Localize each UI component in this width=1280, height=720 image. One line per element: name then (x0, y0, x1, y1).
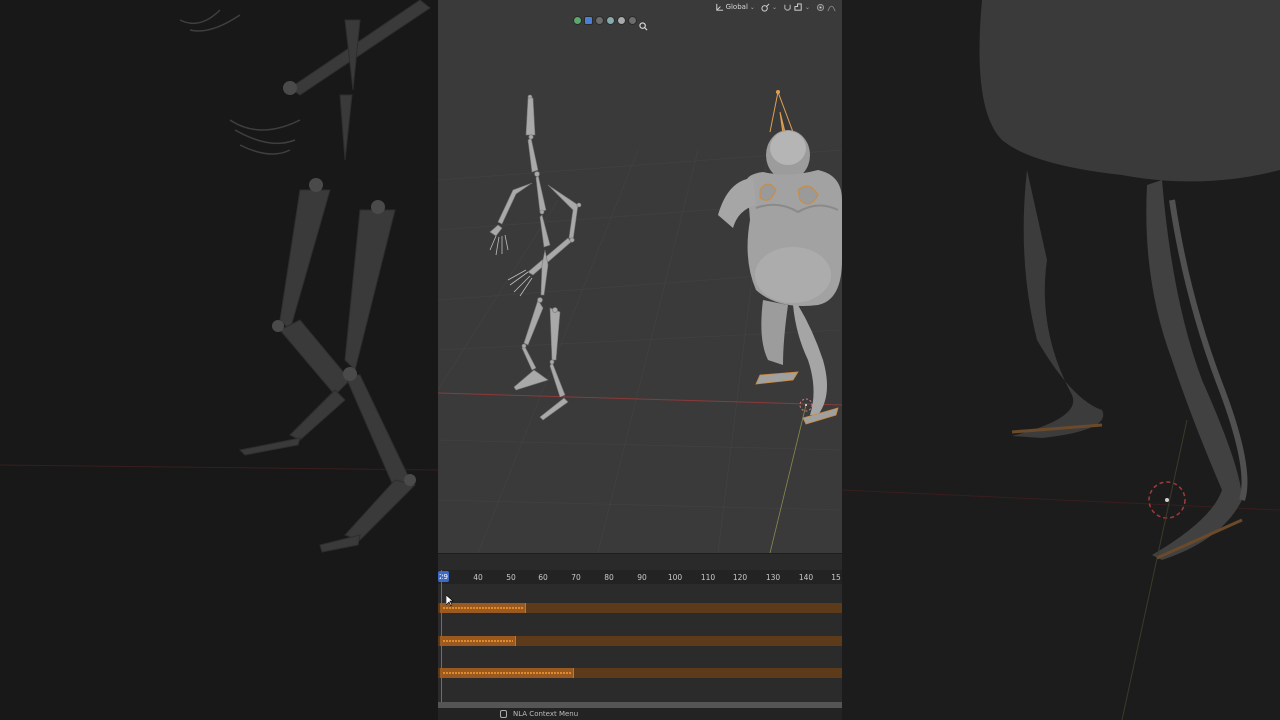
orientation-icon (715, 3, 723, 11)
gizmo-toggle-icon[interactable] (628, 16, 637, 25)
tick-label: 80 (604, 573, 614, 582)
nla-track-3[interactable] (438, 668, 842, 678)
3d-viewport[interactable]: Global ⌄ ⌄ ⌄ (438, 0, 842, 553)
action-strip[interactable] (440, 636, 516, 646)
mouse-cursor-icon (446, 595, 454, 607)
viewport-scene[interactable] (438, 0, 842, 553)
x-axis-line (438, 392, 842, 406)
timeline-ruler[interactable]: 40 50 60 70 80 90 100 110 120 130 140 15 (438, 570, 842, 584)
background-right-panel (842, 0, 1280, 720)
y-axis-line (769, 404, 807, 553)
status-context-menu-label: NLA Context Menu (513, 710, 579, 718)
current-frame-indicator[interactable]: 29 (438, 571, 449, 582)
mouse-icon (500, 710, 507, 718)
nla-track-2[interactable] (438, 636, 842, 646)
snapping-dropdown[interactable]: ⌄ (783, 2, 810, 12)
overlay-toggle-icon[interactable] (573, 16, 582, 25)
snap-icon (761, 3, 770, 12)
tick-label: 90 (637, 573, 647, 582)
transform-orientation-label: Global (725, 3, 748, 11)
magnet-icon (784, 4, 791, 11)
wireframe-shading-icon[interactable] (595, 16, 604, 25)
tick-label: 130 (765, 573, 781, 582)
playhead-line[interactable] (441, 570, 442, 702)
background-left-panel (0, 0, 438, 720)
tick-label: 120 (732, 573, 748, 582)
chevron-down-icon: ⌄ (749, 3, 755, 11)
tick-label: 60 (538, 573, 548, 582)
background-character-zoom (842, 0, 1280, 720)
pivot-dropdown[interactable]: ⌄ (761, 3, 777, 12)
tick-label: 70 (571, 573, 581, 582)
tick-label: 15 (831, 573, 841, 582)
solid-shading-icon[interactable] (584, 16, 593, 25)
area-divider[interactable] (438, 553, 842, 569)
tick-label: 50 (506, 573, 516, 582)
tick-label: 110 (700, 573, 716, 582)
proportional-editing[interactable] (816, 3, 836, 12)
armature-skeleton[interactable] (489, 94, 582, 421)
proportional-icon (816, 3, 825, 11)
nla-track-1[interactable] (438, 603, 842, 613)
status-bar: NLA Context Menu (438, 708, 842, 720)
background-skeleton-zoom (0, 0, 438, 553)
rendered-shading-icon[interactable] (617, 16, 626, 25)
falloff-icon (827, 5, 836, 11)
viewport-header: Global ⌄ ⌄ ⌄ (438, 0, 842, 14)
nla-editor[interactable] (438, 585, 842, 702)
chevron-down-icon: ⌄ (771, 3, 777, 11)
transform-orientation-dropdown[interactable]: Global ⌄ (715, 3, 755, 12)
material-preview-icon[interactable] (606, 16, 615, 25)
tick-label: 40 (473, 573, 483, 582)
tick-label: 140 (798, 573, 814, 582)
action-strip[interactable] (440, 668, 574, 678)
increment-icon (794, 2, 802, 11)
3d-cursor[interactable] (799, 398, 813, 412)
character-mesh[interactable] (718, 90, 842, 425)
blender-window: Global ⌄ ⌄ ⌄ 40 50 60 70 80 90 100 110 1… (438, 0, 842, 720)
search-icon[interactable] (639, 16, 648, 31)
chevron-down-icon: ⌄ (804, 3, 810, 11)
armature-hands (489, 234, 533, 297)
viewport-shading-bar (573, 16, 648, 31)
tick-label: 100 (667, 573, 683, 582)
